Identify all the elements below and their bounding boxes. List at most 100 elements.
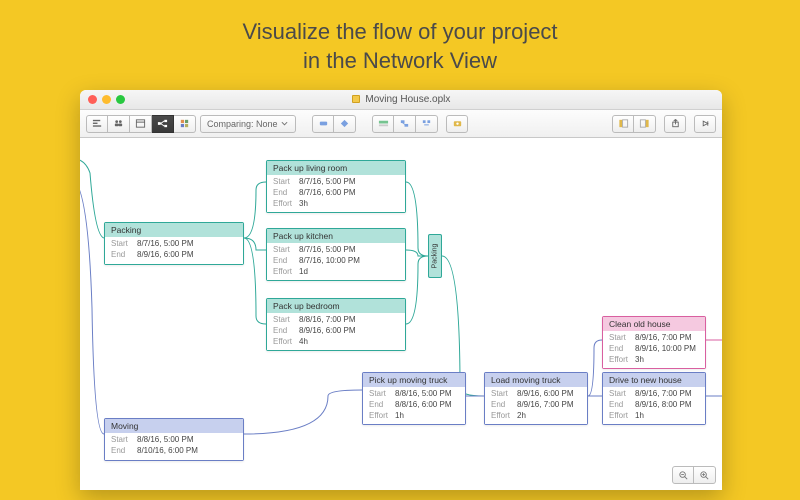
- task-edit-group: [312, 115, 356, 133]
- node-pickup-truck[interactable]: Pick up moving truck Start8/8/16, 5:00 P…: [362, 372, 466, 425]
- label-effort: Effort: [491, 411, 513, 422]
- label-end: End: [111, 250, 133, 261]
- value-start: 8/7/16, 5:00 PM: [299, 177, 355, 188]
- label-start: Start: [273, 245, 295, 256]
- label-effort: Effort: [273, 337, 295, 348]
- value-end: 8/9/16, 7:00 PM: [517, 400, 573, 411]
- inspector-group: [612, 115, 656, 133]
- window-title-text: Moving House.oplx: [365, 94, 450, 105]
- value-end: 8/7/16, 6:00 PM: [299, 188, 355, 199]
- node-title: Pack up bedroom: [267, 299, 405, 313]
- app-window: Moving House.oplx Comparing: None: [80, 90, 722, 490]
- value-effort: 1d: [299, 267, 308, 278]
- label-effort: Effort: [369, 411, 391, 422]
- snapshot-button[interactable]: [446, 115, 468, 133]
- node-title: Clean old house: [603, 317, 705, 331]
- label-end: End: [491, 400, 513, 411]
- catch-up-button[interactable]: [372, 115, 394, 133]
- minimize-icon[interactable]: [102, 95, 111, 104]
- add-milestone-button[interactable]: [334, 115, 356, 133]
- value-start: 8/9/16, 6:00 PM: [517, 389, 573, 400]
- label-start: Start: [273, 177, 295, 188]
- value-effort: 3h: [635, 355, 644, 366]
- label-start: Start: [369, 389, 391, 400]
- share-button[interactable]: [664, 115, 686, 133]
- comparing-dropdown[interactable]: Comparing: None: [200, 115, 296, 133]
- value-end: 8/9/16, 10:00 PM: [635, 344, 696, 355]
- label-end: End: [273, 256, 295, 267]
- more-button[interactable]: [694, 115, 716, 133]
- value-effort: 1h: [395, 411, 404, 422]
- node-pack-living-room[interactable]: Pack up living room Start 8/7/16, 5:00 PM…: [266, 160, 406, 213]
- label-start: Start: [609, 333, 631, 344]
- gantt-view-button[interactable]: [86, 115, 108, 133]
- value-start: 8/7/16, 5:00 PM: [299, 245, 355, 256]
- value-effort: 3h: [299, 199, 308, 210]
- resource-view-button[interactable]: [108, 115, 130, 133]
- label-end: End: [111, 446, 133, 457]
- styles-view-button[interactable]: [174, 115, 196, 133]
- label-start: Start: [273, 315, 295, 326]
- value-end: 8/9/16, 6:00 PM: [299, 326, 355, 337]
- network-canvas[interactable]: Packing Start 8/7/16, 5:00 PM End 8/9/16, …: [80, 138, 722, 490]
- value-effort: 1h: [635, 411, 644, 422]
- node-title: Packing: [105, 223, 243, 237]
- add-task-button[interactable]: [312, 115, 334, 133]
- value-effort: 2h: [517, 411, 526, 422]
- value-start: 8/8/16, 5:00 PM: [137, 435, 193, 446]
- toggle-inspector-button[interactable]: [634, 115, 656, 133]
- label-end: End: [609, 400, 631, 411]
- label-effort: Effort: [609, 355, 631, 366]
- toggle-outline-button[interactable]: [612, 115, 634, 133]
- value-end: 8/7/16, 10:00 PM: [299, 256, 360, 267]
- value-effort: 4h: [299, 337, 308, 348]
- label-effort: Effort: [273, 267, 295, 278]
- value-end: 8/8/16, 6:00 PM: [395, 400, 451, 411]
- node-packing[interactable]: Packing Start8/7/16, 5:00 PM End8/9/16, …: [104, 222, 244, 265]
- node-title: Pick up moving truck: [363, 373, 465, 387]
- node-pack-kitchen[interactable]: Pack up kitchen Start 8/7/16, 5:00 PM End…: [266, 228, 406, 281]
- reschedule-button[interactable]: [394, 115, 416, 133]
- node-body: Start8/8/16, 5:00 PM End8/8/16, 6:00 PM …: [363, 387, 465, 424]
- node-packing-group[interactable]: Packing: [428, 234, 442, 278]
- node-moving[interactable]: Moving Start8/8/16, 5:00 PM End8/10/16, …: [104, 418, 244, 461]
- label-end: End: [369, 400, 391, 411]
- close-icon[interactable]: [88, 95, 97, 104]
- node-drive-new-house[interactable]: Drive to new house Start8/9/16, 7:00 PM …: [602, 372, 706, 425]
- tagline-line1: Visualize the flow of your project: [242, 19, 557, 44]
- node-title: Pack up kitchen: [267, 229, 405, 243]
- titlebar: Moving House.oplx: [80, 90, 722, 110]
- label-end: End: [273, 326, 295, 337]
- node-body: Start8/8/16, 7:00 PM End8/9/16, 6:00 PM …: [267, 313, 405, 350]
- label-end: End: [609, 344, 631, 355]
- node-clean-house[interactable]: Clean old house Start 8/9/16, 7:00 PM End…: [602, 316, 706, 369]
- zoom-out-button[interactable]: [672, 466, 694, 484]
- calendar-view-button[interactable]: [130, 115, 152, 133]
- node-title: Packing: [432, 244, 439, 269]
- label-start: Start: [491, 389, 513, 400]
- network-view-button[interactable]: [152, 115, 174, 133]
- window-controls: [80, 95, 125, 104]
- level-button[interactable]: [416, 115, 438, 133]
- node-body: Start8/9/16, 7:00 PM End8/9/16, 8:00 PM …: [603, 387, 705, 424]
- label-effort: Effort: [609, 411, 631, 422]
- label-end: End: [273, 188, 295, 199]
- value-start: 8/7/16, 5:00 PM: [137, 239, 193, 250]
- label-start: Start: [111, 239, 133, 250]
- window-title: Moving House.oplx: [80, 94, 722, 105]
- node-title: Pack up living room: [267, 161, 405, 175]
- zoom-controls: [672, 466, 716, 484]
- node-title: Moving: [105, 419, 243, 433]
- value-start: 8/9/16, 7:00 PM: [635, 333, 691, 344]
- node-body: Start 8/7/16, 5:00 PM End 8/7/16, 10:00 PM…: [267, 243, 405, 280]
- node-pack-bedroom[interactable]: Pack up bedroom Start8/8/16, 7:00 PM End…: [266, 298, 406, 351]
- node-load-truck[interactable]: Load moving truck Start 8/9/16, 6:00 PM E…: [484, 372, 588, 425]
- value-start: 8/9/16, 7:00 PM: [635, 389, 691, 400]
- fullscreen-icon[interactable]: [116, 95, 125, 104]
- zoom-in-button[interactable]: [694, 466, 716, 484]
- view-switcher: [86, 115, 196, 133]
- baseline-group: [372, 115, 438, 133]
- tagline-line2: in the Network View: [303, 48, 497, 73]
- node-title: Load moving truck: [485, 373, 587, 387]
- chevron-down-icon: [281, 120, 288, 127]
